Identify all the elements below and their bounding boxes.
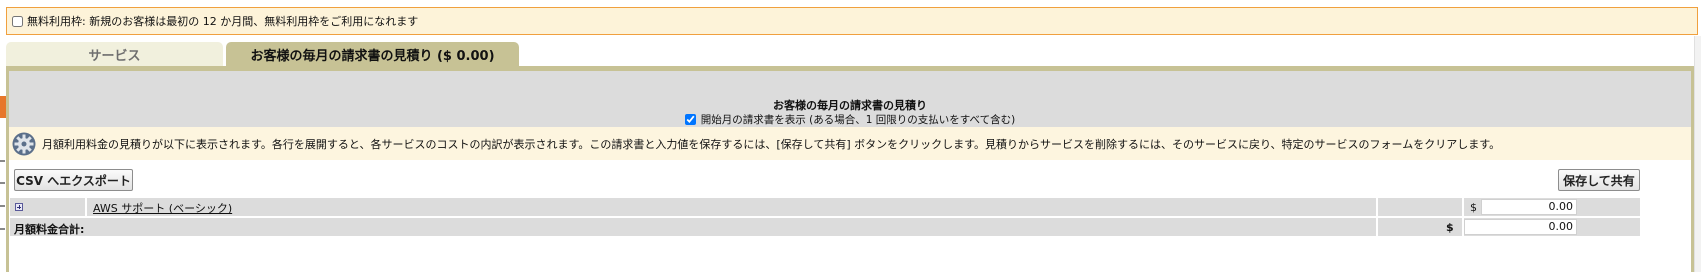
column-divider bbox=[1376, 198, 1378, 216]
first-month-option: 開始月の請求書を表示 (ある場合、1 回限りの支払いをすべて含む) bbox=[9, 112, 1691, 127]
estimate-panel-body: お客様の毎月の請求書の見積り 開始月の請求書を表示 (ある場合、1 回限りの支払… bbox=[9, 71, 1691, 272]
expand-icon[interactable] bbox=[15, 203, 23, 211]
info-bar: 月額利用料金の見積りが以下に表示されます。各行を展開すると、各サービスのコストの… bbox=[9, 127, 1691, 160]
total-row: 月額料金合計: $ 0.00 bbox=[10, 218, 1640, 236]
free-tier-notice: 無料利用枠: 新規のお客様は最初の 12 か月間、無料利用枠をご利用になれます bbox=[6, 7, 1698, 35]
tab-bar: サービス お客様の毎月の請求書の見積り ($ 0.00) bbox=[6, 42, 519, 66]
column-divider bbox=[1462, 198, 1464, 216]
tab-monthly-estimate[interactable]: お客様の毎月の請求書の見積り ($ 0.00) bbox=[226, 42, 519, 66]
column-divider bbox=[1376, 218, 1378, 236]
column-divider bbox=[85, 198, 87, 216]
estimate-panel: お客様の毎月の請求書の見積り 開始月の請求書を表示 (ある場合、1 回限りの支払… bbox=[6, 66, 1694, 272]
save-and-share-button[interactable]: 保存して共有 bbox=[1558, 169, 1640, 191]
estimate-title: お客様の毎月の請求書の見積り bbox=[773, 99, 927, 112]
free-tier-checkbox[interactable] bbox=[12, 15, 23, 27]
info-text: 月額利用料金の見積りが以下に表示されます。各行を展開すると、各サービスのコストの… bbox=[42, 137, 1501, 151]
total-label: 月額料金合計: bbox=[14, 223, 85, 236]
scrollbar[interactable] bbox=[1694, 36, 1701, 272]
total-amount: 0.00 bbox=[1464, 219, 1577, 235]
service-amount: 0.00 bbox=[1481, 199, 1577, 215]
free-tier-text: 無料利用枠: 新規のお客様は最初の 12 か月間、無料利用枠をご利用になれます bbox=[27, 15, 419, 28]
estimate-header: お客様の毎月の請求書の見積り 開始月の請求書を表示 (ある場合、1 回限りの支払… bbox=[9, 71, 1691, 127]
background-edge-mark bbox=[0, 182, 5, 184]
tab-services[interactable]: サービス bbox=[6, 42, 223, 66]
service-link-aws-support[interactable]: AWS サポート (ベーシック) bbox=[93, 200, 232, 216]
background-edge-mark bbox=[0, 205, 5, 207]
background-edge-mark bbox=[0, 160, 5, 162]
currency-symbol: $ bbox=[1470, 201, 1477, 214]
gear-icon bbox=[12, 132, 36, 155]
first-month-label: 開始月の請求書を表示 (ある場合、1 回限りの支払いをすべて含む) bbox=[700, 114, 1016, 126]
export-csv-button[interactable]: CSV へエクスポート bbox=[14, 169, 133, 191]
first-month-checkbox[interactable] bbox=[684, 114, 696, 125]
currency-symbol: $ bbox=[1446, 221, 1454, 234]
table-row: AWS サポート (ベーシック) $ 0.00 bbox=[10, 198, 1640, 216]
background-edge-mark bbox=[0, 228, 5, 230]
